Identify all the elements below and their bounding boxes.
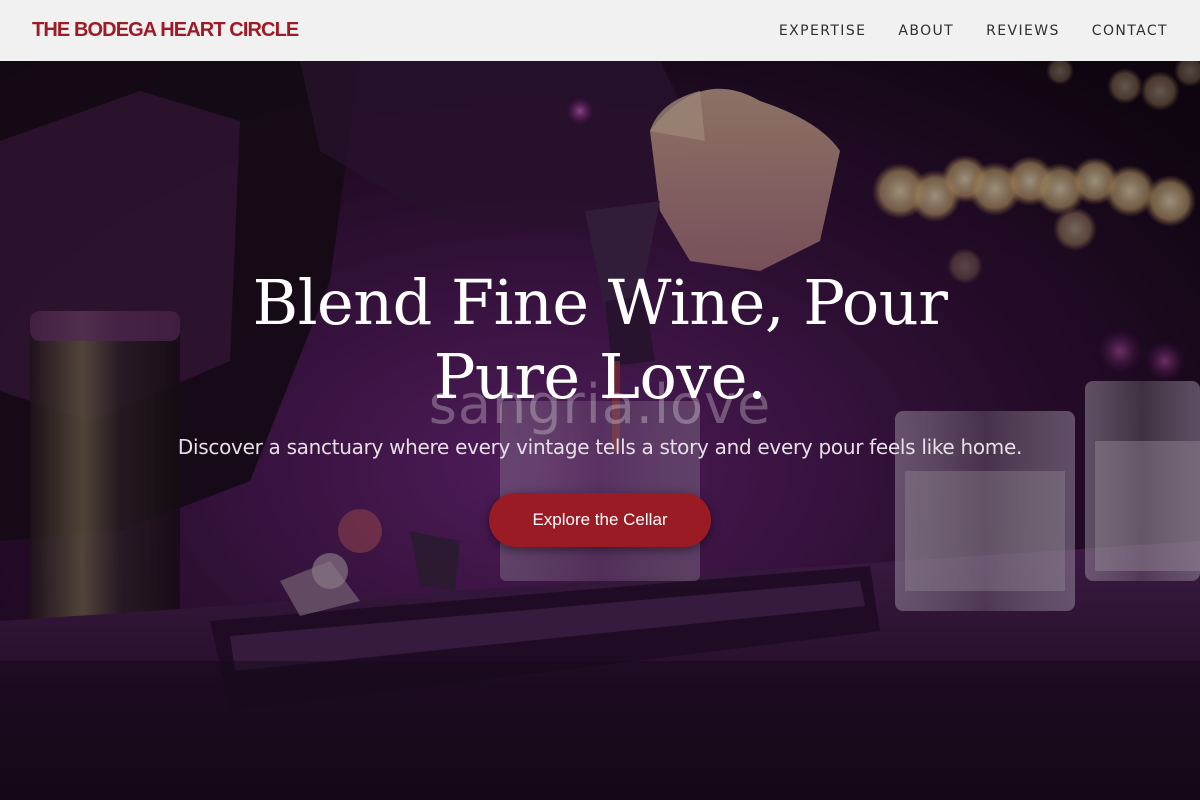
hero-title-line-2: Pure Love.	[433, 340, 767, 413]
hero-section: sangria.love Blend Fine Wine, Pour Pure …	[0, 61, 1200, 800]
hero-title: Blend Fine Wine, Pour Pure Love.	[0, 266, 1200, 414]
brand-logo-link[interactable]: THE BODEGA HEART CIRCLE	[32, 19, 299, 42]
explore-cellar-button[interactable]: Explore the Cellar	[489, 493, 711, 547]
nav-link-contact[interactable]: CONTACT	[1092, 23, 1168, 39]
top-navbar: THE BODEGA HEART CIRCLE EXPERTISE ABOUT …	[0, 0, 1200, 61]
hero-subtitle: Discover a sanctuary where every vintage…	[177, 435, 1023, 459]
nav-link-expertise[interactable]: EXPERTISE	[779, 23, 866, 39]
nav-link-about[interactable]: ABOUT	[898, 23, 954, 39]
nav-link-reviews[interactable]: REVIEWS	[986, 23, 1060, 39]
hero-content: sangria.love Blend Fine Wine, Pour Pure …	[0, 61, 1200, 800]
main-nav: EXPERTISE ABOUT REVIEWS CONTACT	[747, 23, 1168, 39]
hero-title-line-1: Blend Fine Wine, Pour	[252, 266, 948, 339]
